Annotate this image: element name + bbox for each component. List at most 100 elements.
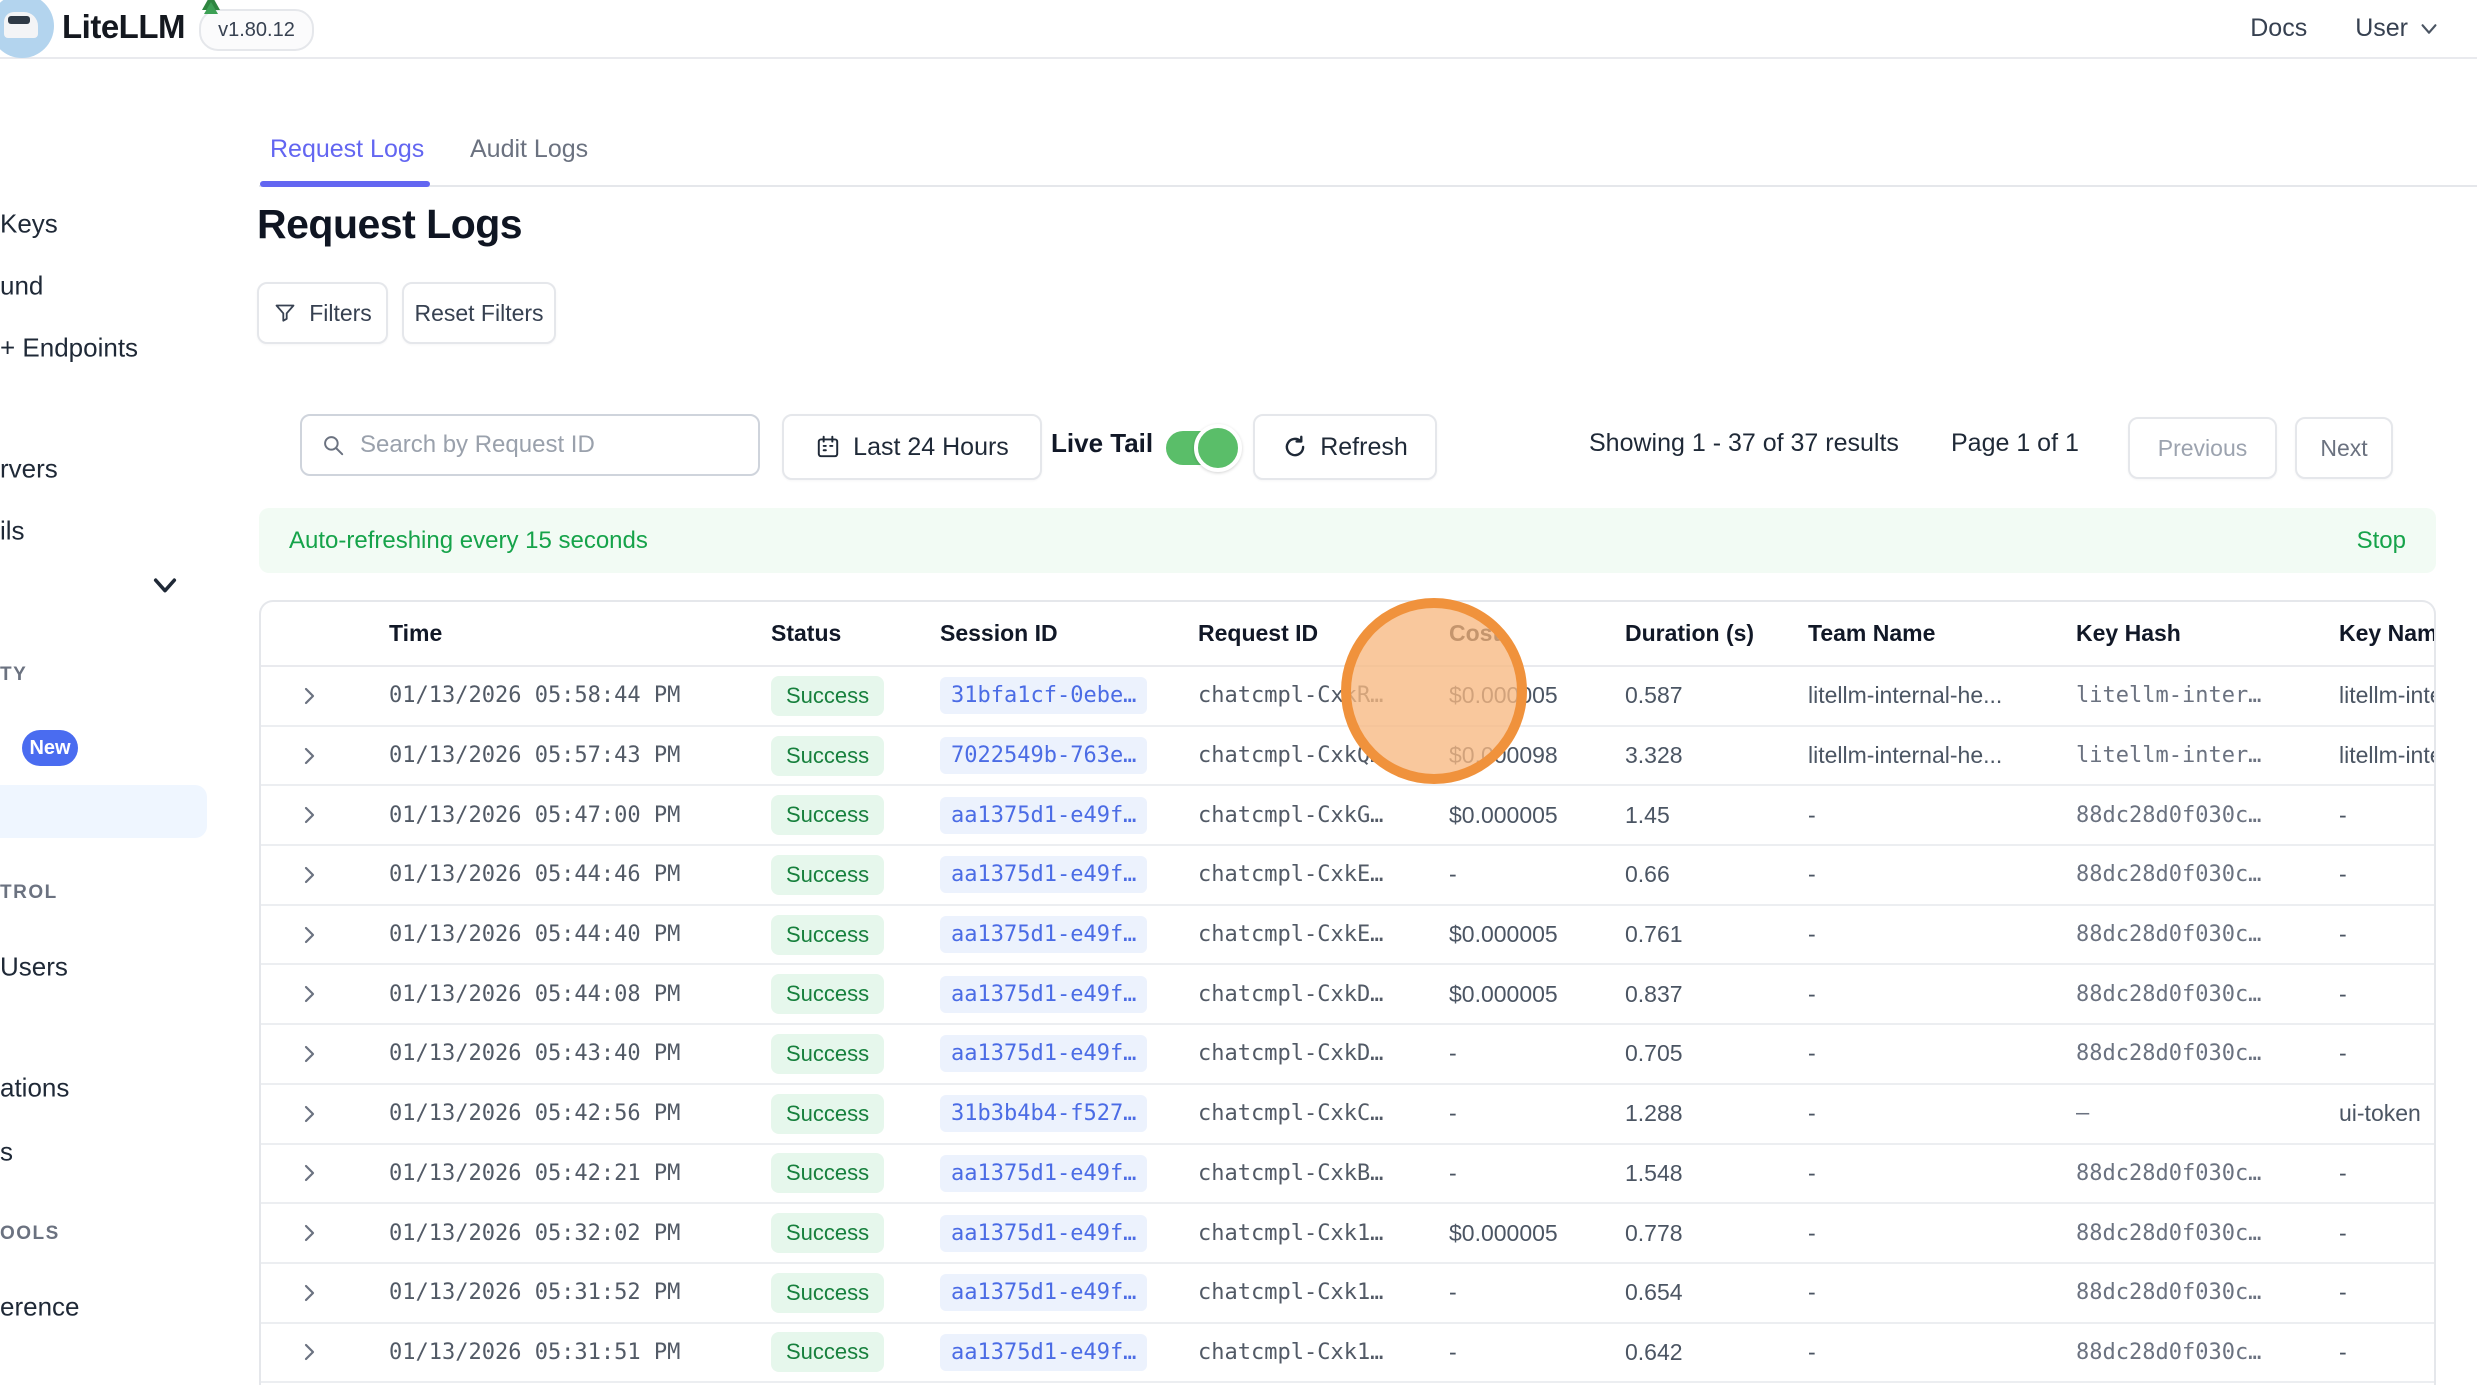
session-id-link[interactable]: aa1375d1-e49f… — [940, 1155, 1147, 1192]
table-row[interactable]: 01/13/2026 05:43:40 PM Success aa1375d1-… — [261, 1025, 2434, 1085]
cell-duration: 0.837 — [1593, 981, 1776, 1008]
expand-row-chevron-icon[interactable] — [297, 1340, 321, 1364]
cell-key-hash: 88dc28d0f030c… — [2044, 1280, 2307, 1305]
sidebar-section-tools: OOLS — [0, 1223, 60, 1245]
expand-row-chevron-icon[interactable] — [297, 1102, 321, 1126]
cell-time: 01/13/2026 05:44:46 PM — [357, 862, 739, 887]
expand-row-chevron-icon[interactable] — [297, 1161, 321, 1185]
session-id-link[interactable]: aa1375d1-e49f… — [940, 1274, 1147, 1311]
session-id-link[interactable]: aa1375d1-e49f… — [940, 1334, 1147, 1371]
cell-key-name: - — [2307, 1339, 2434, 1366]
expand-row-chevron-icon[interactable] — [297, 684, 321, 708]
litellm-request-logs-screen: LiteLLM v1.80.12 Docs User Keys und + En… — [0, 0, 2477, 1385]
table-row[interactable]: 01/13/2026 05:57:43 PM Success 7022549b-… — [261, 727, 2434, 787]
tab-audit-logs[interactable]: Audit Logs — [470, 135, 588, 164]
expand-row-chevron-icon[interactable] — [297, 744, 321, 768]
status-badge: Success — [771, 1094, 884, 1134]
table-row[interactable]: 01/13/2026 05:44:46 PM Success aa1375d1-… — [261, 846, 2434, 906]
search-input[interactable] — [358, 430, 758, 460]
cell-time: 01/13/2026 05:32:02 PM — [357, 1221, 739, 1246]
live-tail-toggle[interactable] — [1166, 431, 1234, 465]
cell-cost: $0.000005 — [1417, 921, 1593, 948]
stop-auto-refresh-button[interactable]: Stop — [2357, 527, 2406, 555]
top-nav: Docs User — [2250, 0, 2440, 57]
next-page-button[interactable]: Next — [2295, 417, 2393, 479]
table-row[interactable]: 01/13/2026 05:47:00 PM Success aa1375d1-… — [261, 786, 2434, 846]
expand-row-chevron-icon[interactable] — [297, 863, 321, 887]
table-row[interactable]: 01/13/2026 05:42:21 PM Success aa1375d1-… — [261, 1145, 2434, 1205]
expand-row-chevron-icon[interactable] — [297, 923, 321, 947]
cell-cost: $0.000005 — [1417, 802, 1593, 829]
cell-time: 01/13/2026 05:57:43 PM — [357, 743, 739, 768]
cell-key-hash: – — [2044, 1101, 2307, 1126]
expand-row-chevron-icon[interactable] — [297, 1042, 321, 1066]
topbar: LiteLLM v1.80.12 Docs User — [0, 0, 2477, 59]
cell-key-name: ui-token — [2307, 1100, 2434, 1127]
cell-key-hash: 88dc28d0f030c… — [2044, 922, 2307, 947]
tab-request-logs[interactable]: Request Logs — [270, 135, 424, 164]
sidebar: Keys und + Endpoints rvers ils TY New TR… — [0, 57, 212, 1385]
expand-row-chevron-icon[interactable] — [297, 982, 321, 1006]
table-row[interactable]: 01/13/2026 05:31:52 PM Success aa1375d1-… — [261, 1264, 2434, 1324]
expand-row-chevron-icon[interactable] — [297, 1281, 321, 1305]
session-id-link[interactable]: aa1375d1-e49f… — [940, 976, 1147, 1013]
table-row[interactable]: 01/13/2026 05:58:44 PM Success 31bfa1cf-… — [261, 667, 2434, 727]
table-body: 01/13/2026 05:58:44 PM Success 31bfa1cf-… — [261, 667, 2434, 1385]
sidebar-collapse-chevron-icon[interactable] — [151, 576, 179, 601]
sidebar-item-logs-selected[interactable] — [0, 785, 207, 838]
session-id-link[interactable]: 31bfa1cf-0ebe… — [940, 677, 1147, 714]
table-row[interactable]: 01/13/2026 05:31:51 PM Success aa1375d1-… — [261, 1324, 2434, 1384]
cell-team-name: - — [1776, 802, 2044, 829]
sidebar-item-internal-users[interactable]: Users — [0, 952, 68, 983]
sidebar-item-organizations[interactable]: ations — [0, 1073, 69, 1104]
live-tail-label: Live Tail — [1051, 428, 1153, 459]
sidebar-item-playground[interactable]: und — [0, 271, 43, 302]
session-id-link[interactable]: aa1375d1-e49f… — [940, 1035, 1147, 1072]
cell-duration: 0.761 — [1593, 921, 1776, 948]
table-row[interactable]: 01/13/2026 05:42:56 PM Success 31b3b4b4-… — [261, 1085, 2434, 1145]
sidebar-item-teams[interactable]: s — [0, 1137, 13, 1168]
docs-link[interactable]: Docs — [2250, 14, 2307, 43]
cell-cost: - — [1417, 1339, 1593, 1366]
user-menu[interactable]: User — [2355, 14, 2440, 43]
cell-team-name: litellm-internal-he... — [1776, 742, 2044, 769]
expand-row-chevron-icon[interactable] — [297, 1221, 321, 1245]
cell-cost: $0.000005 — [1417, 1220, 1593, 1247]
cell-team-name: - — [1776, 1339, 2044, 1366]
cell-cost: $0.000005 — [1417, 682, 1593, 709]
litellm-logo — [0, 0, 54, 58]
filters-button[interactable]: Filters — [257, 282, 388, 344]
col-cost: Cost — [1417, 620, 1593, 647]
reset-filters-button[interactable]: Reset Filters — [402, 282, 556, 344]
tabs-divider — [259, 185, 2477, 187]
refresh-button[interactable]: Refresh — [1253, 414, 1437, 480]
session-id-link[interactable]: aa1375d1-e49f… — [940, 916, 1147, 953]
session-id-link[interactable]: 7022549b-763e… — [940, 737, 1147, 774]
sidebar-item-api-reference[interactable]: erence — [0, 1292, 80, 1323]
col-key-hash: Key Hash — [2044, 620, 2307, 647]
session-id-link[interactable]: aa1375d1-e49f… — [940, 797, 1147, 834]
expand-row-chevron-icon[interactable] — [297, 803, 321, 827]
sidebar-item-virtual-keys[interactable]: Keys — [0, 209, 58, 240]
cell-duration: 0.587 — [1593, 682, 1776, 709]
cell-request-id: chatcmpl-CxkC… — [1166, 1101, 1417, 1126]
cell-duration: 1.548 — [1593, 1160, 1776, 1187]
cell-cost: - — [1417, 1100, 1593, 1127]
table-row[interactable]: 01/13/2026 05:32:02 PM Success aa1375d1-… — [261, 1204, 2434, 1264]
sidebar-item-mcp-servers[interactable]: rvers — [0, 454, 58, 485]
brand-title: LiteLLM — [62, 8, 185, 46]
session-id-link[interactable]: aa1375d1-e49f… — [940, 856, 1147, 893]
session-id-link[interactable]: aa1375d1-e49f… — [940, 1215, 1147, 1252]
cell-request-id: chatcmpl-CxkB… — [1166, 1161, 1417, 1186]
table-row[interactable]: 01/13/2026 05:44:08 PM Success aa1375d1-… — [261, 965, 2434, 1025]
sidebar-item-models-endpoints[interactable]: + Endpoints — [0, 333, 138, 364]
session-id-link[interactable]: 31b3b4b4-f527… — [940, 1095, 1147, 1132]
cell-duration: 3.328 — [1593, 742, 1776, 769]
cell-cost: - — [1417, 1279, 1593, 1306]
table-row[interactable]: 01/13/2026 05:44:40 PM Success aa1375d1-… — [261, 906, 2434, 966]
cell-request-id: chatcmpl-CxkD… — [1166, 1041, 1417, 1066]
previous-page-button[interactable]: Previous — [2128, 417, 2277, 479]
funnel-icon — [273, 301, 297, 325]
time-range-button[interactable]: Last 24 Hours — [782, 414, 1042, 480]
sidebar-item-guardrails[interactable]: ils — [0, 516, 25, 547]
